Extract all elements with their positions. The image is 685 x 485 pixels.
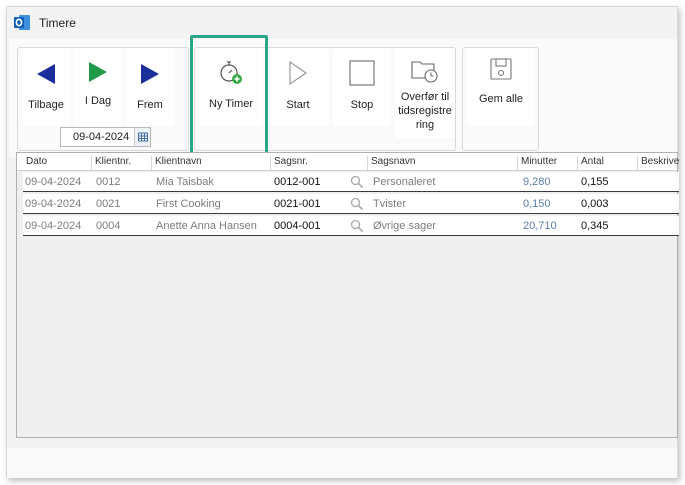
cell-sagsnavn: Øvrige sager (373, 220, 436, 232)
arrow-right-icon (141, 64, 159, 84)
transfer-button[interactable]: Overfør til tidsregistre ring (395, 48, 455, 138)
navigation-group: Tilbage I Dag Frem 09-04-2024 (17, 47, 189, 151)
col-beskrive[interactable]: Beskrive (637, 156, 679, 170)
cell-minutter: 0,150 (523, 198, 551, 210)
cell-minutter: 20,710 (523, 220, 557, 232)
timere-window: Timere Tilbage I Dag Frem 09-04-2024 Ny … (6, 6, 679, 478)
cell-klientnavn: Mia Taisbak (156, 176, 214, 188)
save-all-label: Gem alle (478, 93, 524, 105)
col-klientnr[interactable]: Klientnr. (91, 156, 131, 170)
save-all-button[interactable]: Gem alle (467, 48, 535, 126)
cell-klientnavn: Anette Anna Hansen (156, 220, 257, 232)
ribbon: Tilbage I Dag Frem 09-04-2024 Ny Timer S… (9, 39, 677, 157)
arrow-right-green-icon (89, 62, 107, 82)
play-icon (289, 60, 308, 86)
cell-sagsnr: 0021-001 (274, 198, 321, 210)
cell-klientnr: 0004 (96, 220, 121, 232)
cell-antal: 0,345 (581, 220, 609, 232)
today-label: I Dag (84, 95, 112, 107)
cell-antal: 0,155 (581, 176, 609, 188)
cell-klientnr: 0012 (96, 176, 121, 188)
cell-dato: 09-04-2024 (25, 198, 82, 210)
table-row[interactable]: 09-04-2024 0004 Anette Anna Hansen 0004-… (23, 216, 679, 236)
cell-klientnavn: First Cooking (156, 198, 221, 210)
back-button[interactable]: Tilbage (22, 48, 70, 126)
col-sagsnavn[interactable]: Sagsnavn (367, 156, 415, 170)
cell-minutter: 9,280 (523, 176, 551, 188)
cell-sagsnavn: Tvister (373, 198, 406, 210)
forward-button[interactable]: Frem (126, 48, 174, 126)
col-dato[interactable]: Dato (23, 156, 47, 170)
new-timer-highlight (190, 35, 268, 159)
cell-dato: 09-04-2024 (25, 176, 82, 188)
calendar-button[interactable] (134, 128, 150, 146)
col-sagsnr[interactable]: Sagsnr. (270, 156, 308, 170)
title-bar: Timere (7, 7, 677, 39)
date-picker[interactable]: 09-04-2024 (60, 127, 151, 147)
outlook-icon (14, 15, 30, 30)
transfer-label-line-1: Overfør til (400, 91, 450, 103)
col-klientnavn[interactable]: Klientnavn (151, 156, 202, 170)
arrow-left-icon (37, 64, 55, 84)
table-row[interactable]: 09-04-2024 0021 First Cooking 0021-001 T… (23, 194, 679, 214)
folder-clock-icon (411, 61, 438, 83)
cell-dato: 09-04-2024 (25, 220, 82, 232)
transfer-label-line-3: ring (415, 119, 435, 131)
save-group: Gem alle (462, 47, 539, 151)
today-button[interactable]: I Dag (74, 48, 122, 126)
search-icon[interactable] (350, 197, 364, 211)
stop-icon (349, 60, 375, 86)
status-bar (7, 448, 677, 478)
cell-sagsnavn: Personaleret (373, 176, 436, 188)
forward-label: Frem (137, 99, 163, 111)
col-antal[interactable]: Antal (577, 156, 604, 170)
start-button[interactable]: Start (267, 48, 329, 126)
stop-button[interactable]: Stop (333, 48, 391, 126)
back-label: Tilbage (28, 99, 64, 111)
stop-label: Stop (350, 99, 374, 111)
cell-sagsnr: 0004-001 (274, 220, 321, 232)
search-icon[interactable] (350, 175, 364, 189)
cell-sagsnr: 0012-001 (274, 176, 321, 188)
save-disk-icon (490, 58, 512, 80)
col-minutter[interactable]: Minutter (517, 156, 557, 170)
calendar-icon (138, 132, 148, 142)
date-value: 09-04-2024 (73, 131, 130, 143)
table-row[interactable]: 09-04-2024 0012 Mia Taisbak 0012-001 Per… (23, 172, 679, 192)
cell-antal: 0,003 (581, 198, 609, 210)
window-title: Timere (39, 16, 76, 30)
table-header: Dato Klientnr. Klientnavn Sagsnr. Sagsna… (17, 153, 679, 171)
start-label: Start (286, 99, 310, 111)
timer-table: Dato Klientnr. Klientnavn Sagsnr. Sagsna… (16, 152, 679, 438)
transfer-label-line-2: tidsregistre (398, 105, 452, 117)
search-icon[interactable] (350, 219, 364, 233)
cell-klientnr: 0021 (96, 198, 121, 210)
transfer-label: Overfør til tidsregistre ring (395, 90, 455, 132)
